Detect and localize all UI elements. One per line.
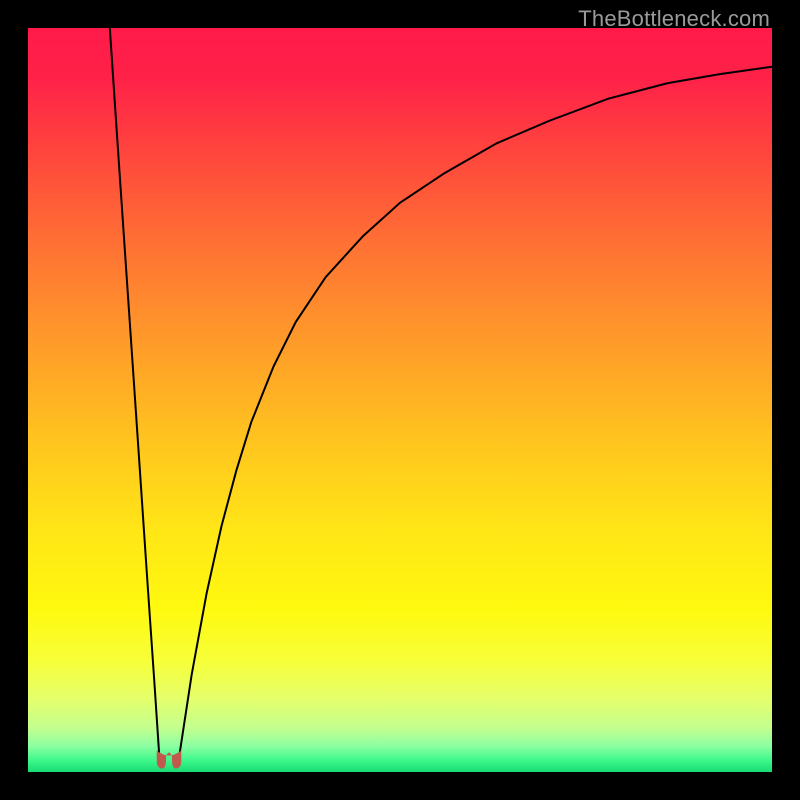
watermark-text: TheBottleneck.com (578, 6, 770, 32)
curve-right-branch (178, 67, 772, 763)
curves-layer (28, 28, 772, 772)
plot-area (28, 28, 772, 772)
minimum-marker (157, 751, 182, 769)
chart-frame: TheBottleneck.com (0, 0, 800, 800)
curve-left-branch (110, 28, 160, 762)
